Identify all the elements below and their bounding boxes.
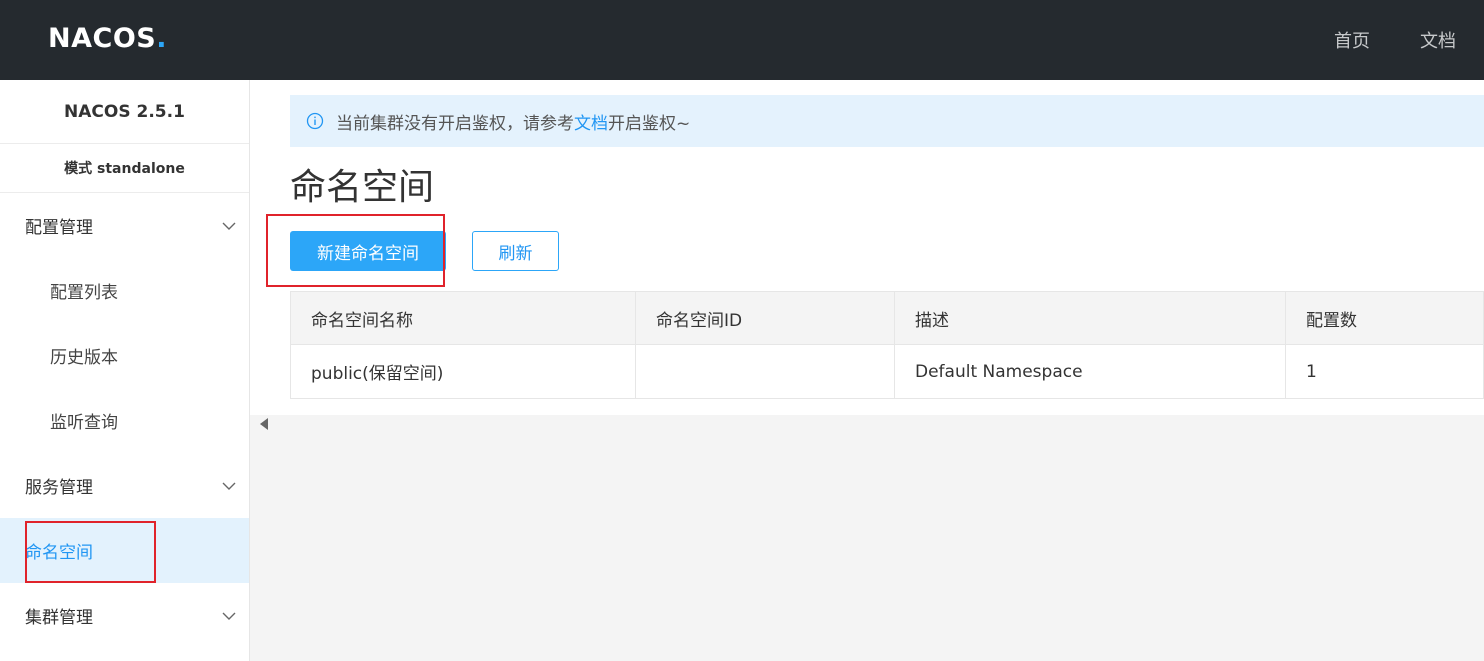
sidebar-item-namespace[interactable]: 命名空间 [0, 518, 249, 583]
top-header: NACOS. 首页 文档 [0, 0, 1484, 80]
create-namespace-button[interactable]: 新建命名空间 [290, 231, 446, 271]
notice-prefix: 当前集群没有开启鉴权，请参考 [336, 113, 574, 134]
column-header-id: 命名空间ID [635, 291, 895, 345]
sidebar-item-history[interactable]: 历史版本 [0, 323, 249, 388]
page-title: 命名空间 [290, 167, 435, 208]
chevron-down-icon [222, 222, 236, 230]
table-header-row: 命名空间名称 命名空间ID 描述 配置数 [290, 291, 1484, 345]
sidebar-group-label: 配置管理 [25, 218, 93, 238]
cell-namespace-id [635, 344, 895, 399]
nacos-logo[interactable]: NACOS. [48, 22, 167, 54]
namespace-table: 命名空间名称 命名空间ID 描述 配置数 public(保留空间) Defaul… [290, 291, 1484, 399]
version-label: NACOS 2.5.1 [0, 80, 249, 144]
table-row: public(保留空间) Default Namespace 1 [290, 344, 1484, 399]
sidebar-group-label: 集群管理 [25, 608, 93, 628]
chevron-down-icon [222, 612, 236, 620]
chevron-down-icon [222, 482, 236, 490]
refresh-button[interactable]: 刷新 [472, 231, 559, 271]
column-header-config-count: 配置数 [1285, 291, 1484, 345]
nav-home-link[interactable]: 首页 [1334, 27, 1370, 53]
sidebar-group-service[interactable]: 服务管理 [0, 453, 249, 518]
logo-text: NACOS. [48, 22, 168, 54]
auth-notice: 当前集群没有开启鉴权，请参考 文档 开启鉴权~ [290, 95, 1484, 147]
sidebar: NACOS 2.5.1 模式 standalone 配置管理 配置列表 历史版本… [0, 80, 250, 661]
top-nav: 首页 文档 [1334, 0, 1456, 80]
cell-description: Default Namespace [894, 344, 1286, 399]
scroll-left-arrow-icon[interactable] [260, 418, 268, 430]
column-header-description: 描述 [894, 291, 1286, 345]
sidebar-group-config[interactable]: 配置管理 [0, 193, 249, 258]
column-header-name: 命名空间名称 [290, 291, 636, 345]
mode-label: 模式 standalone [0, 144, 249, 193]
sidebar-item-listener-query[interactable]: 监听查询 [0, 388, 249, 453]
notice-suffix: 开启鉴权~ [608, 113, 691, 134]
notice-docs-link[interactable]: 文档 [574, 109, 608, 134]
content-panel: 当前集群没有开启鉴权，请参考 文档 开启鉴权~ 命名空间 新建命名空间 刷新 命名空… [250, 80, 1484, 430]
cell-config-count: 1 [1285, 344, 1484, 399]
sidebar-item-config-list[interactable]: 配置列表 [0, 258, 249, 323]
main-area: 当前集群没有开启鉴权，请参考 文档 开启鉴权~ 命名空间 新建命名空间 刷新 命名空… [250, 80, 1484, 661]
sidebar-group-cluster[interactable]: 集群管理 [0, 583, 249, 648]
info-icon [306, 112, 324, 130]
sidebar-group-label: 服务管理 [25, 478, 93, 498]
cell-namespace-name: public(保留空间) [290, 344, 636, 399]
nav-docs-link[interactable]: 文档 [1420, 27, 1456, 53]
